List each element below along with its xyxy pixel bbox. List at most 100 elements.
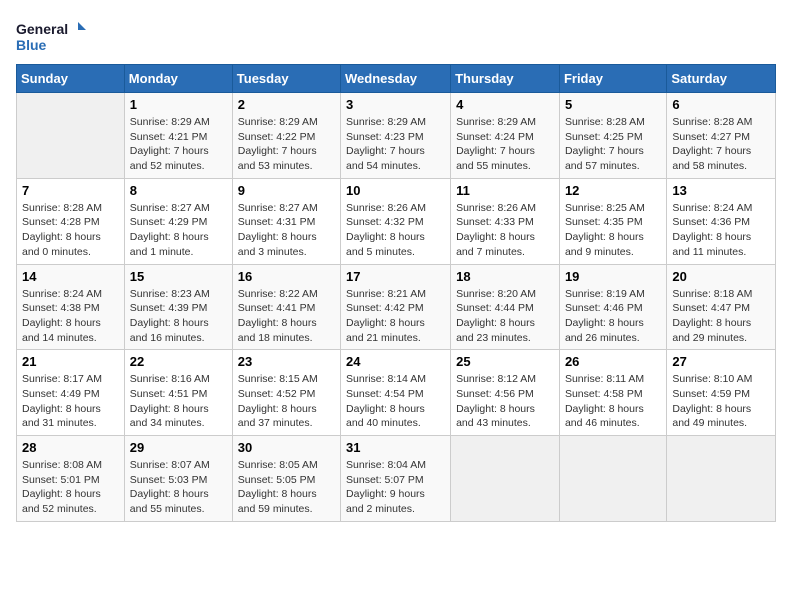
day-info: Sunrise: 8:24 AMSunset: 4:36 PMDaylight:… [672, 201, 770, 260]
calendar-body: 1 Sunrise: 8:29 AMSunset: 4:21 PMDaylight… [17, 93, 776, 522]
day-info: Sunrise: 8:08 AMSunset: 5:01 PMDaylight:… [22, 458, 119, 517]
calendar-cell: 22 Sunrise: 8:16 AMSunset: 4:51 PMDayligh… [124, 350, 232, 436]
day-info: Sunrise: 8:16 AMSunset: 4:51 PMDaylight:… [130, 372, 227, 431]
day-number: 19 [565, 269, 661, 284]
day-number: 24 [346, 354, 445, 369]
day-info: Sunrise: 8:10 AMSunset: 4:59 PMDaylight:… [672, 372, 770, 431]
calendar-cell: 25Sunrise: 8:12 AMSunset: 4:56 PMDayligh… [451, 350, 560, 436]
day-number: 30 [238, 440, 335, 455]
day-info: Sunrise: 8:22 AMSunset: 4:41 PMDaylight:… [238, 287, 335, 346]
day-info: Sunrise: 8:27 AMSunset: 4:31 PMDaylight:… [238, 201, 335, 260]
calendar-cell: 23Sunrise: 8:15 AMSunset: 4:52 PMDayligh… [232, 350, 340, 436]
day-number: 27 [672, 354, 770, 369]
day-info: Sunrise: 8:28 AMSunset: 4:28 PMDaylight:… [22, 201, 119, 260]
calendar-cell: 8 Sunrise: 8:27 AMSunset: 4:29 PMDaylight… [124, 178, 232, 264]
day-number: 7 [22, 183, 119, 198]
day-number: 21 [22, 354, 119, 369]
calendar-header-row: SundayMondayTuesdayWednesdayThursdayFrid… [17, 65, 776, 93]
calendar-cell: 4 Sunrise: 8:29 AMSunset: 4:24 PMDaylight… [451, 93, 560, 179]
calendar-cell [559, 436, 666, 522]
day-number: 12 [565, 183, 661, 198]
logo-svg: General Blue [16, 16, 86, 56]
header-day-thursday: Thursday [451, 65, 560, 93]
calendar-cell: 30 Sunrise: 8:05 AMSunset: 5:05 PMDayligh… [232, 436, 340, 522]
calendar-cell: 10 Sunrise: 8:26 AMSunset: 4:32 PMDayligh… [341, 178, 451, 264]
header-day-tuesday: Tuesday [232, 65, 340, 93]
calendar-cell: 27 Sunrise: 8:10 AMSunset: 4:59 PMDayligh… [667, 350, 776, 436]
day-info: Sunrise: 8:17 AMSunset: 4:49 PMDaylight:… [22, 372, 119, 431]
day-info: Sunrise: 8:14 AMSunset: 4:54 PMDaylight:… [346, 372, 445, 431]
day-info: Sunrise: 8:25 AMSunset: 4:35 PMDaylight:… [565, 201, 661, 260]
calendar-cell: 13 Sunrise: 8:24 AMSunset: 4:36 PMDayligh… [667, 178, 776, 264]
day-info: Sunrise: 8:28 AMSunset: 4:27 PMDaylight:… [672, 115, 770, 174]
day-number: 28 [22, 440, 119, 455]
calendar-cell: 3Sunrise: 8:29 AMSunset: 4:23 PMDaylight… [341, 93, 451, 179]
header-day-monday: Monday [124, 65, 232, 93]
calendar-cell: 21 Sunrise: 8:17 AMSunset: 4:49 PMDayligh… [17, 350, 125, 436]
day-number: 14 [22, 269, 119, 284]
calendar-cell: 6 Sunrise: 8:28 AMSunset: 4:27 PMDaylight… [667, 93, 776, 179]
day-info: Sunrise: 8:05 AMSunset: 5:05 PMDaylight:… [238, 458, 335, 517]
calendar-cell: 2Sunrise: 8:29 AMSunset: 4:22 PMDaylight… [232, 93, 340, 179]
header-day-wednesday: Wednesday [341, 65, 451, 93]
calendar-cell: 14 Sunrise: 8:24 AMSunset: 4:38 PMDayligh… [17, 264, 125, 350]
page-header: General Blue [16, 16, 776, 56]
day-info: Sunrise: 8:29 AMSunset: 4:22 PMDaylight:… [238, 115, 335, 174]
header-day-saturday: Saturday [667, 65, 776, 93]
day-number: 22 [130, 354, 227, 369]
day-number: 6 [672, 97, 770, 112]
calendar-week-2: 7 Sunrise: 8:28 AMSunset: 4:28 PMDaylight… [17, 178, 776, 264]
day-number: 26 [565, 354, 661, 369]
day-info: Sunrise: 8:27 AMSunset: 4:29 PMDaylight:… [130, 201, 227, 260]
calendar-cell: 19 Sunrise: 8:19 AMSunset: 4:46 PMDayligh… [559, 264, 666, 350]
header-day-friday: Friday [559, 65, 666, 93]
day-info: Sunrise: 8:23 AMSunset: 4:39 PMDaylight:… [130, 287, 227, 346]
day-number: 4 [456, 97, 554, 112]
day-number: 13 [672, 183, 770, 198]
day-number: 16 [238, 269, 335, 284]
day-number: 9 [238, 183, 335, 198]
calendar-cell: 1 Sunrise: 8:29 AMSunset: 4:21 PMDaylight… [124, 93, 232, 179]
calendar-cell: 12 Sunrise: 8:25 AMSunset: 4:35 PMDayligh… [559, 178, 666, 264]
calendar-cell: 16 Sunrise: 8:22 AMSunset: 4:41 PMDayligh… [232, 264, 340, 350]
day-info: Sunrise: 8:07 AMSunset: 5:03 PMDaylight:… [130, 458, 227, 517]
day-info: Sunrise: 8:29 AMSunset: 4:21 PMDaylight:… [130, 115, 227, 174]
calendar-cell: 5Sunrise: 8:28 AMSunset: 4:25 PMDaylight… [559, 93, 666, 179]
day-info: Sunrise: 8:29 AMSunset: 4:23 PMDaylight:… [346, 115, 445, 174]
calendar-week-4: 21 Sunrise: 8:17 AMSunset: 4:49 PMDayligh… [17, 350, 776, 436]
day-number: 23 [238, 354, 335, 369]
svg-text:General: General [16, 21, 68, 37]
svg-text:Blue: Blue [16, 37, 47, 53]
calendar-week-1: 1 Sunrise: 8:29 AMSunset: 4:21 PMDaylight… [17, 93, 776, 179]
calendar-cell: 26Sunrise: 8:11 AMSunset: 4:58 PMDayligh… [559, 350, 666, 436]
day-info: Sunrise: 8:24 AMSunset: 4:38 PMDaylight:… [22, 287, 119, 346]
day-info: Sunrise: 8:26 AMSunset: 4:33 PMDaylight:… [456, 201, 554, 260]
calendar-cell [17, 93, 125, 179]
day-info: Sunrise: 8:29 AMSunset: 4:24 PMDaylight:… [456, 115, 554, 174]
calendar-cell: 7 Sunrise: 8:28 AMSunset: 4:28 PMDaylight… [17, 178, 125, 264]
calendar-cell: 11 Sunrise: 8:26 AMSunset: 4:33 PMDayligh… [451, 178, 560, 264]
day-info: Sunrise: 8:26 AMSunset: 4:32 PMDaylight:… [346, 201, 445, 260]
day-number: 31 [346, 440, 445, 455]
day-number: 11 [456, 183, 554, 198]
day-number: 8 [130, 183, 227, 198]
day-info: Sunrise: 8:18 AMSunset: 4:47 PMDaylight:… [672, 287, 770, 346]
day-number: 5 [565, 97, 661, 112]
day-info: Sunrise: 8:21 AMSunset: 4:42 PMDaylight:… [346, 287, 445, 346]
day-number: 10 [346, 183, 445, 198]
day-number: 1 [130, 97, 227, 112]
day-info: Sunrise: 8:04 AMSunset: 5:07 PMDaylight:… [346, 458, 445, 517]
calendar-cell: 20Sunrise: 8:18 AMSunset: 4:47 PMDayligh… [667, 264, 776, 350]
day-number: 18 [456, 269, 554, 284]
calendar-cell: 28 Sunrise: 8:08 AMSunset: 5:01 PMDayligh… [17, 436, 125, 522]
day-number: 25 [456, 354, 554, 369]
calendar-table: SundayMondayTuesdayWednesdayThursdayFrid… [16, 64, 776, 522]
calendar-cell: 24 Sunrise: 8:14 AMSunset: 4:54 PMDayligh… [341, 350, 451, 436]
logo: General Blue [16, 16, 86, 56]
calendar-week-3: 14 Sunrise: 8:24 AMSunset: 4:38 PMDayligh… [17, 264, 776, 350]
calendar-cell [667, 436, 776, 522]
header-day-sunday: Sunday [17, 65, 125, 93]
day-info: Sunrise: 8:19 AMSunset: 4:46 PMDaylight:… [565, 287, 661, 346]
calendar-cell: 29Sunrise: 8:07 AMSunset: 5:03 PMDayligh… [124, 436, 232, 522]
calendar-cell: 15Sunrise: 8:23 AMSunset: 4:39 PMDayligh… [124, 264, 232, 350]
